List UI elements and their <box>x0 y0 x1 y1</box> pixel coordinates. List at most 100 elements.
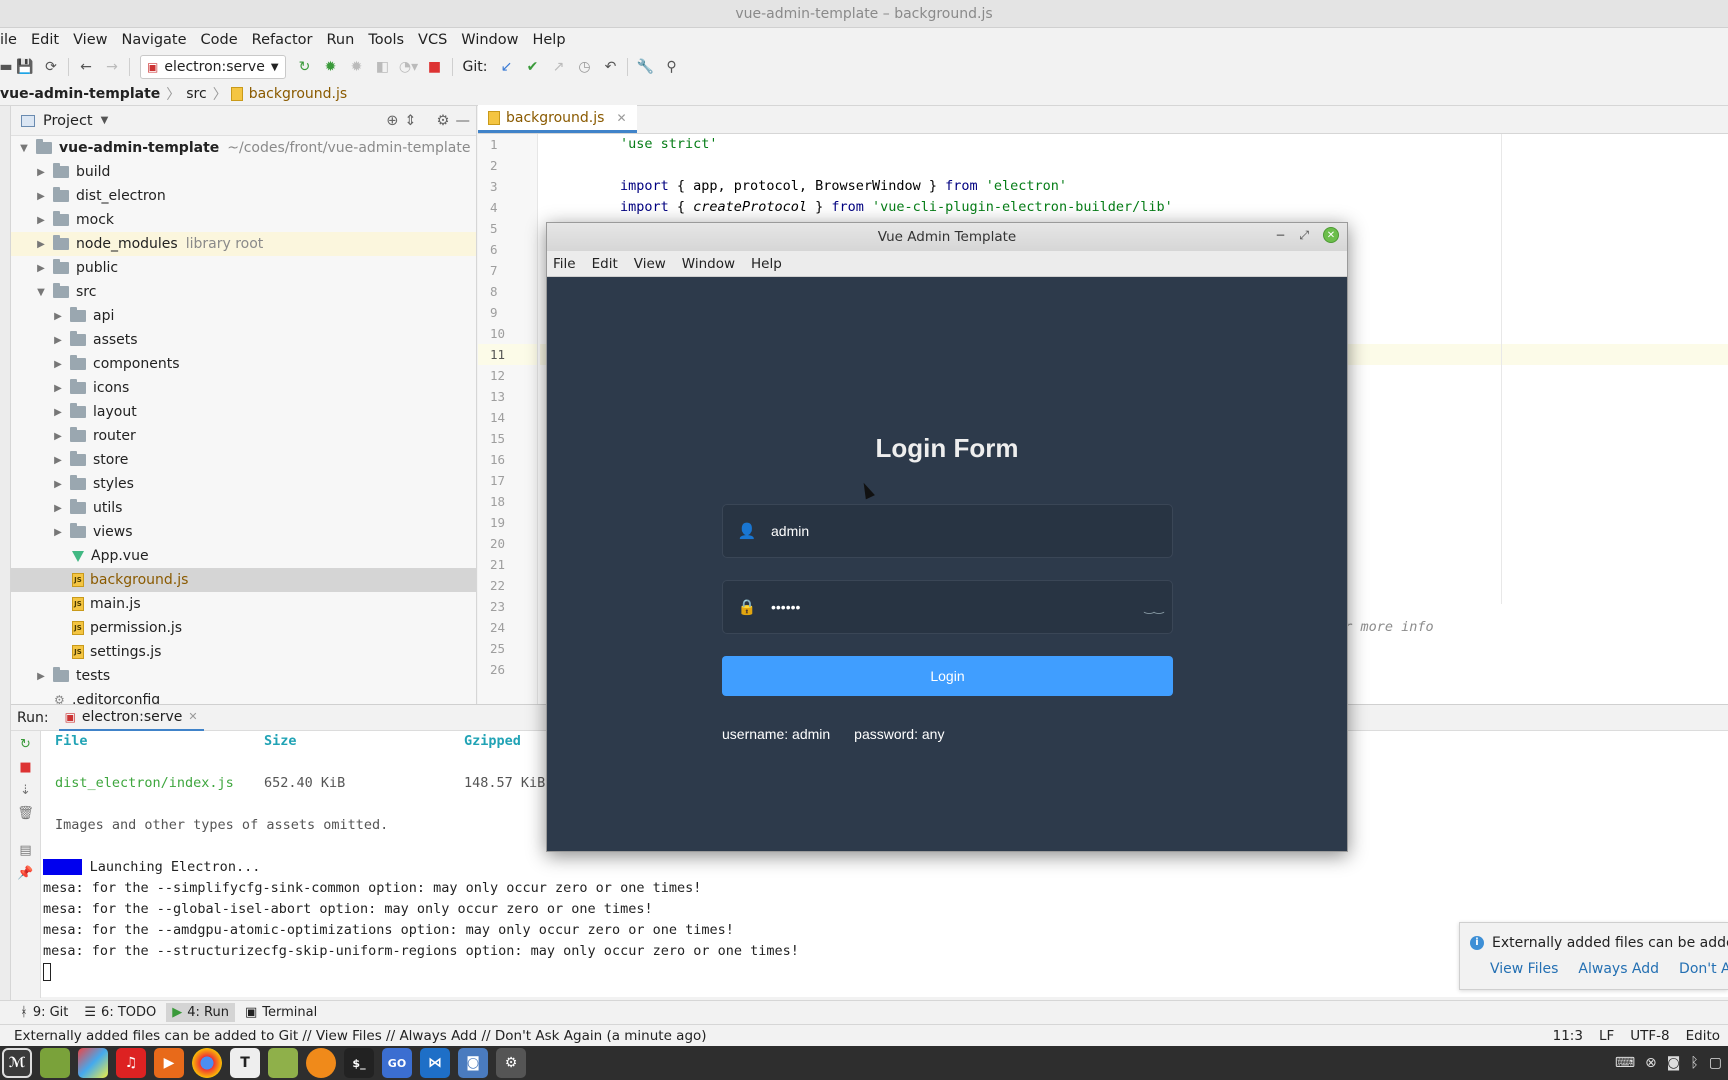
breadcrumb-root[interactable]: vue-admin-template <box>0 86 166 102</box>
expand-arrow-icon[interactable]: ▼ <box>34 287 48 298</box>
app-menu-help[interactable]: Help <box>751 256 790 272</box>
tree-item-node-modules[interactable]: ▶ node_modules library root <box>11 232 476 256</box>
breadcrumb-file[interactable]: background.js <box>243 86 353 102</box>
tree-item-utils[interactable]: ▶ utils <box>11 496 476 520</box>
menu-help[interactable]: Help <box>525 32 572 48</box>
open-folder-icon[interactable]: ▬ <box>0 54 13 80</box>
tree-item-router[interactable]: ▶ router <box>11 424 476 448</box>
tree-item-mock[interactable]: ▶ mock <box>11 208 476 232</box>
firefox-icon[interactable] <box>306 1048 336 1078</box>
sync-icon[interactable]: ⟳ <box>38 54 64 80</box>
mint-menu-icon[interactable]: ℳ <box>2 1048 32 1078</box>
tab-git[interactable]: ᚼ 9: Git <box>14 1003 74 1022</box>
files-icon[interactable] <box>268 1048 298 1078</box>
minimize-icon[interactable]: − <box>1275 228 1285 242</box>
layout-icon[interactable]: ▤ <box>19 843 31 858</box>
chrome-icon[interactable] <box>192 1048 222 1078</box>
menu-code[interactable]: Code <box>194 32 245 48</box>
coverage-icon[interactable]: ✹ <box>344 54 370 80</box>
expand-arrow-icon[interactable]: ▶ <box>34 239 48 250</box>
always-add-link[interactable]: Always Add <box>1578 961 1659 977</box>
username-input[interactable] <box>771 505 1172 557</box>
tab-run[interactable]: ▶ 4: Run <box>166 1003 235 1022</box>
tree-item-store[interactable]: ▶ store <box>11 448 476 472</box>
debug-icon[interactable]: ✹ <box>318 54 344 80</box>
color-picker-icon[interactable] <box>78 1048 108 1078</box>
stop-icon[interactable]: ■ <box>422 54 448 80</box>
expand-arrow-icon[interactable]: ▶ <box>34 671 48 682</box>
tree-item-src[interactable]: ▼ src <box>11 280 476 304</box>
tree-item-styles[interactable]: ▶ styles <box>11 472 476 496</box>
menu-window[interactable]: Window <box>454 32 525 48</box>
back-icon[interactable]: ← <box>73 54 99 80</box>
git-update-icon[interactable]: ↙ <box>493 54 519 80</box>
gear-icon[interactable]: ⚙ <box>437 113 450 129</box>
password-field[interactable]: 🔒 ‿‿ <box>722 580 1173 634</box>
profile-icon[interactable]: ◧ <box>370 54 396 80</box>
more-run-icon[interactable]: ◔▾ <box>396 54 422 80</box>
media-player-icon[interactable]: ▶ <box>154 1048 184 1078</box>
tree-item-icons[interactable]: ▶ icons <box>11 376 476 400</box>
expand-arrow-icon[interactable]: ▶ <box>51 503 65 514</box>
tree-item-main-js[interactable]: JS main.js <box>11 592 476 616</box>
expand-arrow-icon[interactable]: ▼ <box>17 143 31 154</box>
settings-app-icon[interactable]: ⚙ <box>496 1048 526 1078</box>
editor-mode[interactable]: Edito <box>1686 1028 1720 1044</box>
git-rollback-icon[interactable]: ↶ <box>597 54 623 80</box>
keyboard-icon[interactable]: ⌨ <box>1615 1055 1635 1071</box>
xmind-icon[interactable]: ⊗ <box>1645 1055 1657 1071</box>
scroll-to-end-icon[interactable]: ⇣ <box>20 783 31 798</box>
file-encoding[interactable]: UTF-8 <box>1630 1028 1669 1044</box>
project-panel-title[interactable]: Project <box>43 113 93 129</box>
wrench-icon[interactable]: 🔧 <box>632 54 658 80</box>
app-menu-window[interactable]: Window <box>682 256 743 272</box>
clipboard-icon[interactable]: ▢ <box>1709 1055 1722 1071</box>
expand-arrow-icon[interactable]: ▶ <box>34 263 48 274</box>
run-config-select[interactable]: ▣ electron:serve ▼ <box>140 55 286 79</box>
menu-tools[interactable]: Tools <box>361 32 411 48</box>
tree-item-editorconfig[interactable]: ⚙ .editorconfig <box>11 688 476 704</box>
maximize-icon[interactable]: ⤢ <box>1299 228 1309 243</box>
line-ending[interactable]: LF <box>1599 1028 1614 1044</box>
menu-edit[interactable]: Edit <box>24 32 66 48</box>
chevron-down-icon[interactable]: ▼ <box>101 115 109 126</box>
stop-icon[interactable]: ■ <box>19 760 31 775</box>
expand-arrow-icon[interactable]: ▶ <box>51 311 65 322</box>
app-menu-edit[interactable]: Edit <box>592 256 626 272</box>
save-all-icon[interactable]: 💾 <box>12 54 38 80</box>
tab-terminal[interactable]: ▣ Terminal <box>239 1003 323 1022</box>
tree-item-background-js[interactable]: JS background.js <box>11 568 476 592</box>
expand-arrow-icon[interactable]: ▶ <box>34 191 48 202</box>
expand-arrow-icon[interactable]: ▶ <box>51 479 65 490</box>
menu-run[interactable]: Run <box>320 32 362 48</box>
status-message[interactable]: Externally added files can be added to G… <box>14 1028 707 1044</box>
tree-item-build[interactable]: ▶ build <box>11 160 476 184</box>
expand-arrow-icon[interactable]: ▶ <box>51 407 65 418</box>
expand-arrow-icon[interactable]: ▶ <box>51 359 65 370</box>
expand-arrow-icon[interactable]: ▶ <box>34 215 48 226</box>
show-desktop-icon[interactable] <box>40 1048 70 1078</box>
git-push-icon[interactable]: ↗ <box>545 54 571 80</box>
netease-music-icon[interactable]: ♫ <box>116 1048 146 1078</box>
forward-icon[interactable]: → <box>99 54 125 80</box>
notification-balloon[interactable]: i Externally added files can be added to… <box>1459 922 1728 990</box>
cursor-position[interactable]: 11:3 <box>1553 1028 1583 1044</box>
close-icon[interactable]: ✕ <box>1323 227 1339 243</box>
trash-icon[interactable]: 🗑 <box>17 806 34 821</box>
expand-arrow-icon[interactable]: ▶ <box>51 431 65 442</box>
minimize-panel-icon[interactable]: — <box>456 113 471 129</box>
eye-closed-icon[interactable]: ‿‿ <box>1136 600 1172 614</box>
menu-view[interactable]: View <box>66 32 114 48</box>
terminal-app-icon[interactable]: $_ <box>344 1048 374 1078</box>
menu-refactor[interactable]: Refactor <box>245 32 320 48</box>
tree-item-assets[interactable]: ▶ assets <box>11 328 476 352</box>
run-tab-electron-serve[interactable]: ▣ electron:serve ✕ <box>58 705 204 731</box>
tree-item-app-vue[interactable]: App.vue <box>11 544 476 568</box>
tab-todo[interactable]: ☰ 6: TODO <box>78 1003 162 1022</box>
locate-icon[interactable]: ⊕ <box>386 113 398 129</box>
app-menu-file[interactable]: File <box>553 256 584 272</box>
goland-icon[interactable]: GO <box>382 1048 412 1078</box>
view-files-link[interactable]: View Files <box>1490 961 1558 977</box>
dont-ask-again-link[interactable]: Don't Ask Ag <box>1679 961 1728 977</box>
app-menu-view[interactable]: View <box>634 256 674 272</box>
